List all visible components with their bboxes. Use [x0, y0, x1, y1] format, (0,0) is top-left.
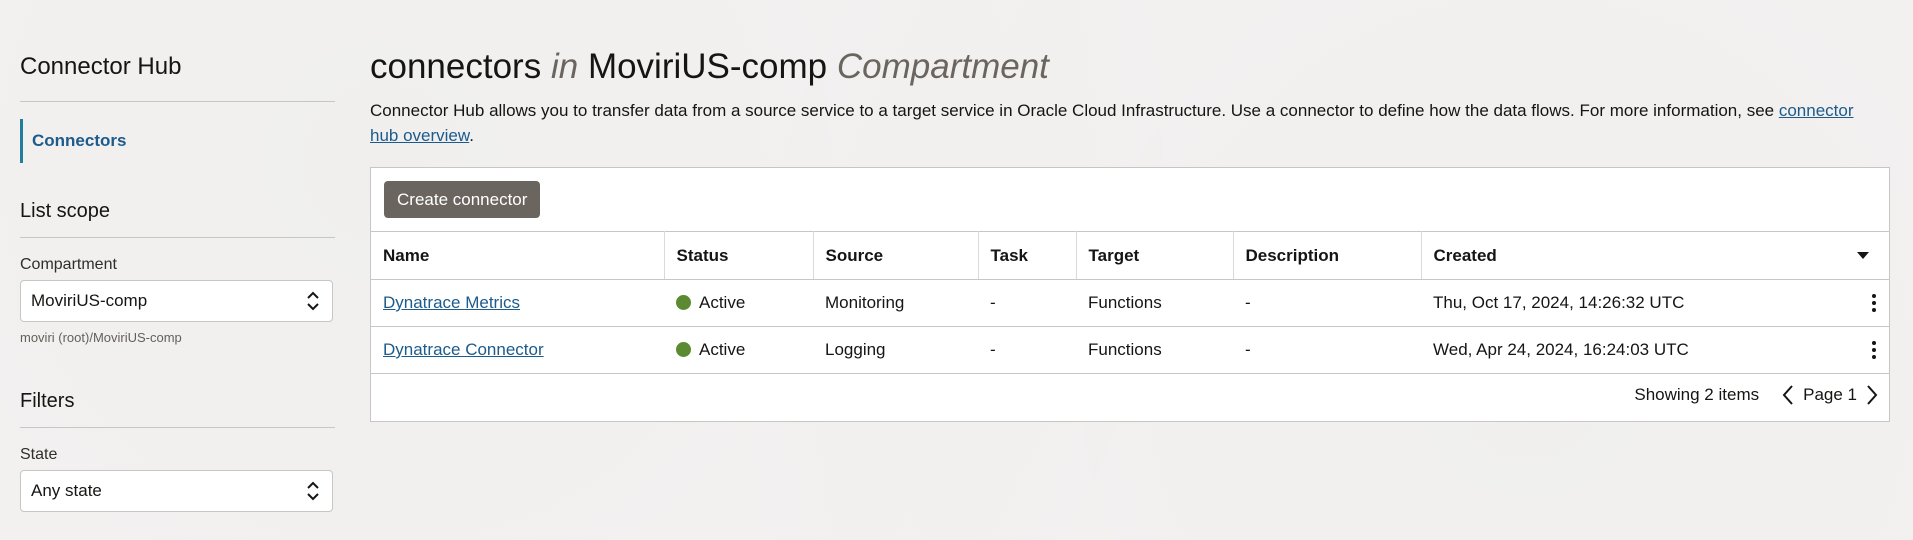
state-select-value: Any state	[31, 481, 102, 500]
column-header-task[interactable]: Task	[978, 231, 1077, 280]
chevron-up-down-icon	[307, 481, 319, 501]
divider	[20, 427, 335, 428]
kebab-menu-icon[interactable]	[1867, 292, 1881, 314]
connector-name-link[interactable]: Dynatrace Metrics	[383, 293, 520, 312]
table-toolbar: Create connector	[371, 168, 1889, 231]
column-header-description[interactable]: Description	[1233, 231, 1422, 280]
chevron-up-down-icon	[307, 291, 319, 311]
filters-title: Filters	[20, 390, 75, 412]
list-scope-title: List scope	[20, 200, 111, 222]
page-title-compartment: MoviriUS-comp	[587, 47, 828, 86]
page-description: Connector Hub allows you to transfer dat…	[370, 98, 1870, 148]
chevron-left-icon[interactable]	[1779, 383, 1797, 407]
cell-description: -	[1233, 279, 1421, 327]
sort-down-icon[interactable]	[1855, 232, 1871, 279]
connector-name-link[interactable]: Dynatrace Connector	[383, 340, 544, 359]
column-header-source[interactable]: Source	[813, 231, 979, 280]
divider	[20, 101, 335, 102]
page-indicator: Page 1	[1803, 385, 1857, 404]
description-text: Connector Hub allows you to transfer dat…	[370, 101, 1779, 120]
state-select[interactable]: Any state	[20, 470, 333, 512]
compartment-select-value: MoviriUS-comp	[31, 291, 148, 310]
status-text: Active	[699, 340, 746, 359]
table-footer: Showing 2 items Page 1	[1634, 380, 1881, 410]
cell-name: Dynatrace Connector	[371, 326, 664, 374]
create-connector-button[interactable]: Create connector	[384, 181, 541, 218]
chevron-right-icon[interactable]	[1863, 383, 1881, 407]
cell-source: Monitoring	[813, 279, 978, 327]
page-title-resource: connectors	[370, 47, 542, 86]
compartment-label: Compartment	[20, 256, 117, 273]
cell-created: Thu, Oct 17, 2024, 14:26:32 UTC	[1421, 279, 1889, 327]
status-active-icon	[676, 295, 691, 310]
sidebar: Connector Hub Connectors List scope Comp…	[20, 50, 335, 512]
column-header-created[interactable]: Created	[1421, 231, 1889, 280]
cell-source: Logging	[813, 326, 978, 374]
cell-created: Wed, Apr 24, 2024, 16:24:03 UTC	[1421, 326, 1889, 374]
table-row: Dynatrace Metrics Active Monitoring - Fu…	[371, 279, 1889, 327]
column-header-target[interactable]: Target	[1076, 231, 1234, 280]
page-title-in: in	[550, 47, 579, 86]
page: Connector Hub Connectors List scope Comp…	[0, 0, 1913, 540]
items-count: Showing 2 items	[1634, 385, 1760, 404]
created-text: Wed, Apr 24, 2024, 16:24:03 UTC	[1433, 340, 1689, 359]
cell-status: Active	[664, 279, 813, 327]
cell-target: Functions	[1076, 279, 1233, 327]
column-header-created-label: Created	[1433, 245, 1497, 265]
cell-status: Active	[664, 326, 813, 374]
kebab-menu-icon[interactable]	[1867, 339, 1881, 361]
sidebar-item-connectors[interactable]: Connectors	[20, 119, 335, 163]
sidebar-title: Connector Hub	[20, 53, 182, 80]
connectors-table: Name Status Source Task Target Descripti…	[371, 231, 1889, 374]
main-content: connectors in MoviriUS-comp Compartment …	[370, 46, 1890, 422]
column-header-status[interactable]: Status	[664, 231, 814, 280]
cell-description: -	[1233, 326, 1421, 374]
divider	[20, 237, 335, 238]
status-active-icon	[676, 342, 691, 357]
compartment-select[interactable]: MoviriUS-comp	[20, 280, 333, 322]
state-label: State	[20, 446, 58, 463]
description-end: .	[469, 126, 474, 145]
created-text: Thu, Oct 17, 2024, 14:26:32 UTC	[1433, 293, 1685, 312]
connectors-table-panel: Create connector Name Status Source Task…	[370, 167, 1890, 422]
page-title: connectors in MoviriUS-comp Compartment	[370, 46, 1890, 88]
cell-name: Dynatrace Metrics	[371, 279, 664, 327]
column-header-name[interactable]: Name	[371, 231, 665, 280]
cell-task: -	[978, 279, 1076, 327]
table-header-row: Name Status Source Task Target Descripti…	[371, 231, 1889, 280]
cell-target: Functions	[1076, 326, 1233, 374]
compartment-path-hint: moviri (root)/MoviriUS-comp	[20, 330, 182, 345]
page-title-suffix: Compartment	[836, 47, 1049, 86]
cell-task: -	[978, 326, 1076, 374]
status-text: Active	[699, 293, 746, 312]
table-row: Dynatrace Connector Active Logging - Fun…	[371, 326, 1889, 374]
